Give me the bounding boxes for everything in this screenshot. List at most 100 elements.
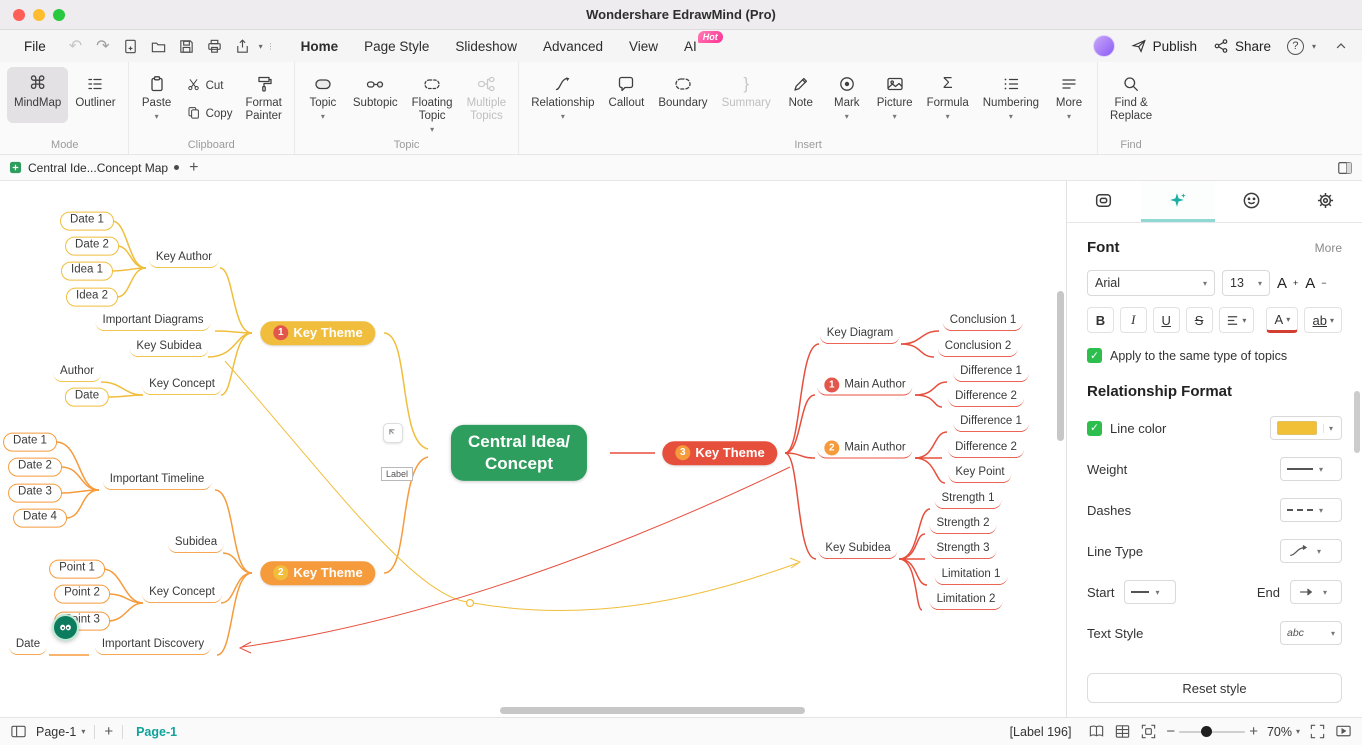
picture-button[interactable]: Picture ▾: [870, 67, 920, 123]
zoom-level-select[interactable]: 70% ▾: [1267, 725, 1300, 739]
font-family-select[interactable]: Arial ▾: [1087, 270, 1215, 296]
start-arrow-select[interactable]: ▾: [1124, 580, 1177, 604]
line-color-checkbox[interactable]: ✓: [1087, 420, 1102, 436]
mindmap-node-key-concept-2[interactable]: Key Concept: [142, 585, 222, 603]
mindmap-node-point-2[interactable]: Point 2: [54, 584, 110, 604]
mindmap-node-date-b[interactable]: Date: [8, 637, 48, 655]
user-avatar[interactable]: [1092, 35, 1115, 57]
mindmap-node-key-point[interactable]: Key Point: [948, 465, 1012, 483]
text-style-select[interactable]: abc ▾: [1280, 621, 1342, 645]
panel-tab-style[interactable]: [1067, 181, 1141, 222]
mindmap-node-key-author[interactable]: Key Author: [148, 250, 220, 268]
mindmap-node-date-a[interactable]: Date: [64, 387, 110, 407]
note-button[interactable]: Note: [778, 67, 824, 123]
presentation-icon[interactable]: [1335, 723, 1352, 740]
active-page-tab[interactable]: Page-1: [132, 725, 177, 739]
document-tab[interactable]: Central Ide...Concept Map: [9, 161, 180, 175]
highlight-button[interactable]: ab ▾: [1304, 307, 1342, 333]
find-replace-button[interactable]: Find & Replace: [1103, 67, 1159, 136]
mindmap-node-limitation-1[interactable]: Limitation 1: [934, 567, 1008, 585]
zoom-slider[interactable]: [1179, 725, 1246, 737]
ai-assistant-button[interactable]: [52, 614, 79, 641]
topic-button[interactable]: Topic ▾: [300, 67, 346, 123]
canvas-horizontal-scrollbar[interactable]: [500, 707, 805, 714]
mindmap-node-subidea[interactable]: Subidea: [167, 535, 225, 553]
mindmap-node-key-concept-1[interactable]: Key Concept: [142, 377, 222, 395]
zoom-slider-knob[interactable]: [1201, 725, 1213, 737]
outliner-mode-button[interactable]: Outliner: [68, 67, 122, 123]
canvas-floating-button[interactable]: [383, 423, 403, 443]
close-window-button[interactable]: [13, 8, 25, 21]
page-selector[interactable]: Page-1 ▾: [36, 725, 85, 739]
font-color-button[interactable]: A ▾: [1266, 307, 1299, 333]
share-button[interactable]: Share: [1213, 38, 1271, 54]
mindmap-canvas[interactable]: Central Idea/ Concept 1 Key Theme 2 Key Them…: [0, 181, 1066, 717]
open-folder-icon[interactable]: [145, 34, 173, 58]
menu-tab-advanced[interactable]: Advanced: [530, 30, 616, 62]
collapse-ribbon-icon[interactable]: [1334, 39, 1348, 53]
bold-button[interactable]: B: [1087, 307, 1114, 333]
mindmap-node-difference-1a[interactable]: Difference 1: [953, 364, 1029, 382]
fullscreen-icon[interactable]: [1309, 723, 1326, 740]
mindmap-node-difference-1b[interactable]: Difference 1: [953, 414, 1029, 432]
redo-icon[interactable]: ↷: [89, 36, 116, 56]
mindmap-node-central[interactable]: Central Idea/ Concept: [450, 424, 588, 482]
zoom-in-icon[interactable]: +: [1249, 723, 1258, 740]
toolbar-more-icon[interactable]: ⋮: [265, 42, 278, 51]
mindmap-node-date-2a[interactable]: Date 2: [65, 236, 119, 256]
mindmap-node-author[interactable]: Author: [53, 364, 101, 382]
font-more-link[interactable]: More: [1315, 241, 1342, 255]
panel-tab-ai-style[interactable]: [1140, 181, 1215, 222]
menu-tab-page-style[interactable]: Page Style: [351, 30, 442, 62]
subtopic-button[interactable]: Subtopic: [346, 67, 405, 123]
apply-same-type-checkbox[interactable]: ✓: [1087, 348, 1102, 363]
mindmap-node-important-diagrams[interactable]: Important Diagrams: [95, 313, 211, 331]
mindmap-node-key-theme-2[interactable]: 2 Key Theme: [260, 561, 376, 585]
mindmap-node-key-theme-3[interactable]: 3 Key Theme: [662, 441, 778, 465]
mindmap-node-conclusion-2[interactable]: Conclusion 2: [937, 339, 1019, 357]
page-panel-icon[interactable]: [10, 723, 27, 740]
print-icon[interactable]: [201, 34, 229, 58]
format-painter-button[interactable]: Format Painter: [238, 67, 288, 136]
mindmap-node-point-1[interactable]: Point 1: [49, 559, 105, 579]
help-button[interactable]: ? ▾: [1286, 37, 1318, 55]
relationship-label-chip[interactable]: Label: [381, 467, 414, 481]
panel-tab-emoji[interactable]: [1215, 181, 1289, 222]
more-button[interactable]: More ▾: [1046, 67, 1092, 123]
publish-button[interactable]: Publish: [1130, 38, 1197, 54]
zoom-window-button[interactable]: [53, 8, 65, 21]
menu-tab-ai[interactable]: AI Hot: [671, 30, 723, 62]
save-icon[interactable]: [173, 34, 201, 58]
mindmap-node-main-author-2[interactable]: 2 Main Author: [817, 440, 913, 459]
floating-topic-button[interactable]: Floating Topic ▾: [405, 67, 460, 136]
mindmap-node-strength-2[interactable]: Strength 2: [929, 516, 997, 534]
callout-button[interactable]: Callout: [602, 67, 652, 123]
boundary-button[interactable]: Boundary: [651, 67, 714, 123]
mindmap-node-idea-2[interactable]: Idea 2: [66, 287, 118, 307]
mindmap-node-date-1a[interactable]: Date 1: [60, 211, 114, 231]
line-color-select[interactable]: ▾: [1270, 416, 1342, 440]
numbering-button[interactable]: Numbering ▾: [976, 67, 1046, 123]
dashes-select[interactable]: ▾: [1280, 498, 1342, 522]
alignment-button[interactable]: ▾: [1218, 307, 1255, 333]
new-document-icon[interactable]: [117, 34, 145, 58]
mindmap-node-main-author-1[interactable]: 1 Main Author: [817, 377, 913, 396]
underline-button[interactable]: U: [1152, 307, 1180, 333]
mindmap-node-important-timeline[interactable]: Important Timeline: [102, 472, 212, 490]
export-dropdown-icon[interactable]: ▾: [257, 42, 265, 51]
italic-button[interactable]: I: [1119, 307, 1147, 333]
mindmap-node-difference-2b[interactable]: Difference 2: [948, 440, 1024, 458]
mindmap-node-date-4b[interactable]: Date 4: [13, 508, 67, 528]
end-arrow-select[interactable]: ▾: [1290, 580, 1342, 604]
file-menu[interactable]: File: [14, 39, 56, 54]
mindmap-node-difference-2a[interactable]: Difference 2: [948, 389, 1024, 407]
menu-tab-home[interactable]: Home: [288, 30, 352, 62]
mindmap-node-key-subidea-right[interactable]: Key Subidea: [818, 541, 898, 559]
decrease-font-button[interactable]: A −: [1305, 275, 1326, 292]
strikethrough-button[interactable]: S: [1185, 307, 1213, 333]
mindmap-node-idea-1[interactable]: Idea 1: [61, 261, 113, 281]
mindmap-node-date-1b[interactable]: Date 1: [3, 432, 57, 452]
panel-tab-settings[interactable]: [1288, 181, 1362, 222]
mark-button[interactable]: Mark ▾: [824, 67, 870, 123]
cut-button[interactable]: Cut: [186, 77, 233, 95]
